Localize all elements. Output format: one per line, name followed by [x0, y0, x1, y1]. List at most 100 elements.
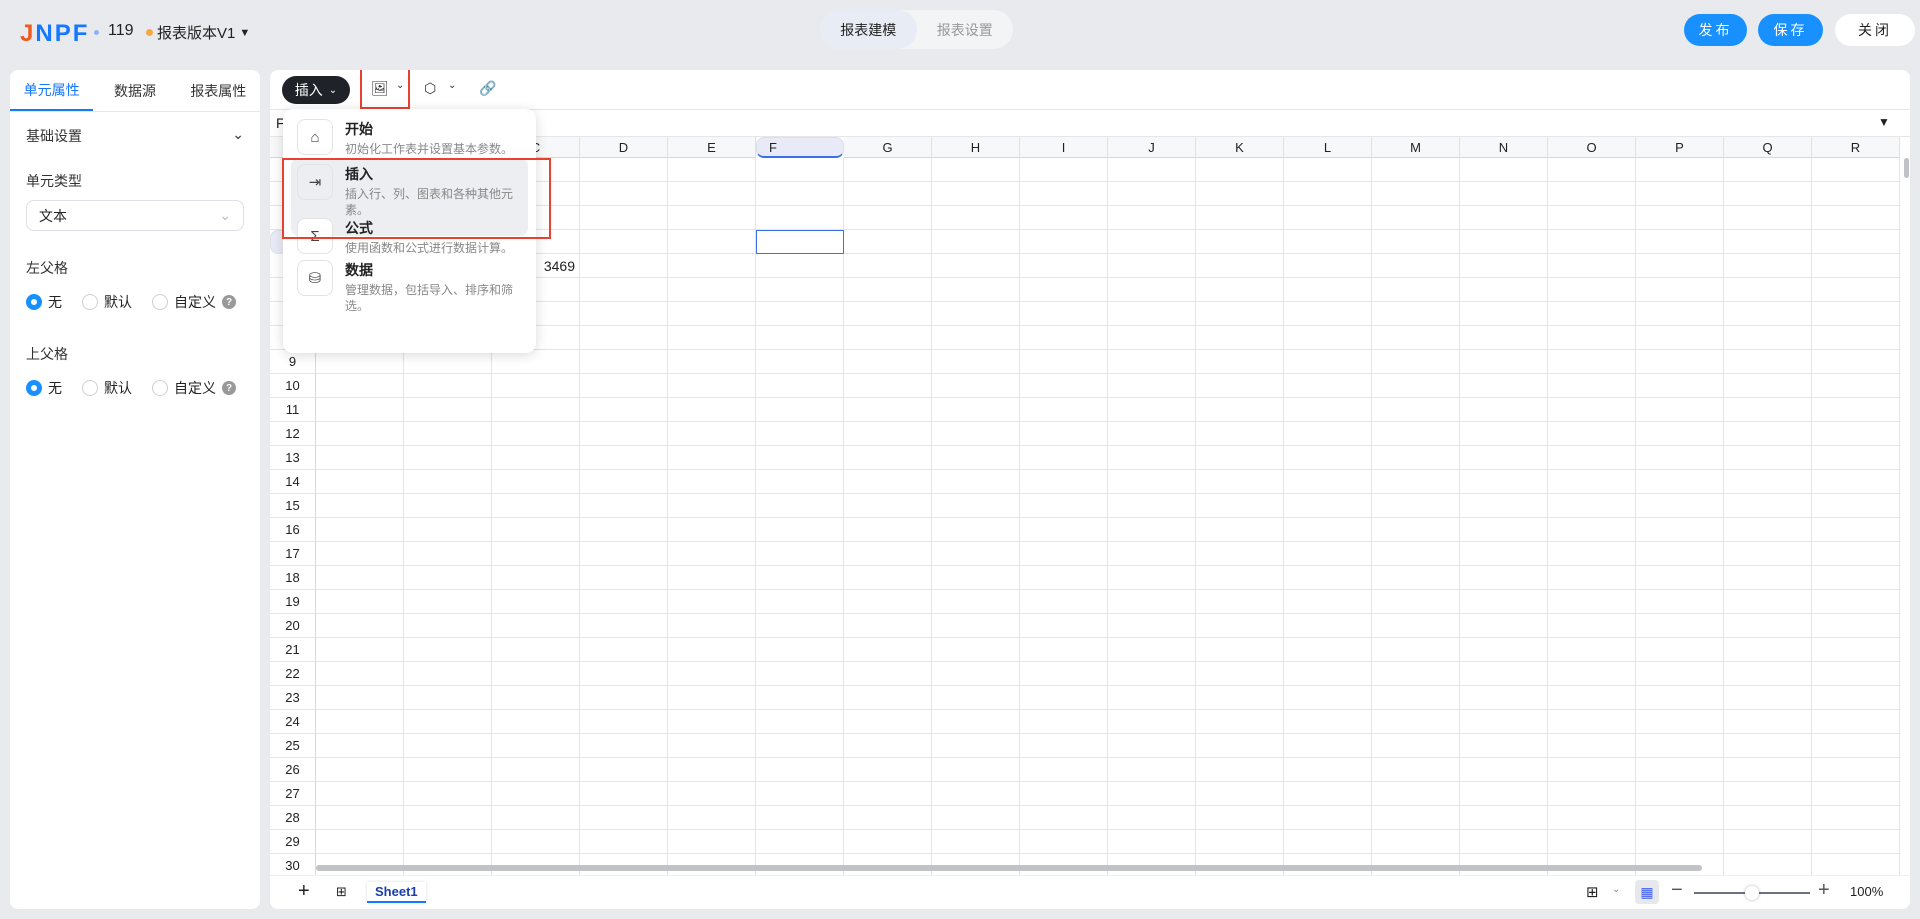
cell[interactable]	[1812, 566, 1900, 590]
cell[interactable]	[1812, 782, 1900, 806]
cell[interactable]	[1460, 566, 1548, 590]
tab-data-source[interactable]: 数据源	[93, 70, 176, 111]
cell[interactable]	[932, 614, 1020, 638]
cell[interactable]	[1636, 278, 1724, 302]
cell[interactable]	[844, 206, 932, 230]
cell[interactable]	[404, 686, 492, 710]
cell[interactable]	[932, 662, 1020, 686]
insert-image-icon[interactable]: 🖼	[371, 80, 389, 97]
cell[interactable]	[756, 590, 844, 614]
borders-icon[interactable]: ⊞	[1586, 883, 1599, 901]
cell[interactable]	[1284, 590, 1372, 614]
cell[interactable]	[1636, 206, 1724, 230]
cell[interactable]	[844, 686, 932, 710]
cube-icon[interactable]: ⬡	[424, 80, 436, 97]
cell[interactable]	[1372, 638, 1460, 662]
cell[interactable]	[492, 734, 580, 758]
cell[interactable]	[1020, 662, 1108, 686]
cell[interactable]	[1108, 374, 1196, 398]
cell[interactable]	[1108, 278, 1196, 302]
cell[interactable]	[1548, 158, 1636, 182]
cell[interactable]	[1372, 326, 1460, 350]
cell[interactable]	[1196, 614, 1284, 638]
cell[interactable]	[756, 182, 844, 206]
cell[interactable]	[1724, 830, 1812, 854]
cell[interactable]	[932, 566, 1020, 590]
cell[interactable]	[1108, 422, 1196, 446]
cell[interactable]	[404, 470, 492, 494]
cell[interactable]	[1460, 614, 1548, 638]
cell[interactable]	[1020, 758, 1108, 782]
cell[interactable]	[1020, 686, 1108, 710]
cell[interactable]	[1284, 230, 1372, 254]
cell[interactable]	[1284, 638, 1372, 662]
cell[interactable]	[1636, 638, 1724, 662]
cell[interactable]	[1284, 398, 1372, 422]
cell[interactable]	[1196, 518, 1284, 542]
cell[interactable]	[1460, 734, 1548, 758]
cell[interactable]	[316, 662, 404, 686]
cell[interactable]	[1196, 470, 1284, 494]
cell[interactable]	[1284, 782, 1372, 806]
cell[interactable]	[932, 830, 1020, 854]
cell[interactable]	[1108, 710, 1196, 734]
cell[interactable]	[580, 422, 668, 446]
menu-item[interactable]: ⌂ 开始 初始化工作表并设置基本参数。	[291, 113, 528, 163]
cell[interactable]	[1284, 830, 1372, 854]
cell[interactable]	[844, 278, 932, 302]
cell[interactable]	[1724, 182, 1812, 206]
column-header[interactable]: D	[580, 137, 668, 158]
row-header[interactable]: 18	[270, 566, 316, 590]
cell[interactable]	[756, 350, 844, 374]
cell[interactable]	[580, 398, 668, 422]
cell[interactable]	[1636, 686, 1724, 710]
add-sheet-icon[interactable]: +	[298, 880, 310, 903]
cell[interactable]	[316, 782, 404, 806]
cell[interactable]	[1724, 518, 1812, 542]
row-header[interactable]: 20	[270, 614, 316, 638]
cell[interactable]	[844, 830, 932, 854]
cell[interactable]	[932, 518, 1020, 542]
cell[interactable]	[580, 638, 668, 662]
cell[interactable]	[492, 446, 580, 470]
cell[interactable]	[1460, 806, 1548, 830]
row-header[interactable]: 25	[270, 734, 316, 758]
gridlines-toggle-icon[interactable]: ▦	[1635, 880, 1659, 904]
row-header[interactable]: 26	[270, 758, 316, 782]
cell[interactable]	[1372, 566, 1460, 590]
cell[interactable]	[756, 422, 844, 446]
cell[interactable]	[1724, 302, 1812, 326]
cell[interactable]	[492, 830, 580, 854]
cell[interactable]	[580, 254, 668, 278]
cell[interactable]	[1812, 494, 1900, 518]
cell[interactable]	[1196, 422, 1284, 446]
cell[interactable]	[1812, 182, 1900, 206]
cell[interactable]	[1196, 182, 1284, 206]
cell[interactable]	[1548, 494, 1636, 518]
cell[interactable]	[1196, 758, 1284, 782]
cell[interactable]	[1636, 830, 1724, 854]
cell[interactable]	[1372, 806, 1460, 830]
cell[interactable]	[668, 710, 756, 734]
cell[interactable]	[1284, 710, 1372, 734]
cell[interactable]	[404, 590, 492, 614]
cell[interactable]	[932, 734, 1020, 758]
cell[interactable]	[668, 278, 756, 302]
cell[interactable]	[1460, 302, 1548, 326]
row-header[interactable]: 16	[270, 518, 316, 542]
cell[interactable]	[932, 710, 1020, 734]
cell[interactable]	[1636, 182, 1724, 206]
cell[interactable]	[1460, 542, 1548, 566]
radio-default[interactable]	[82, 380, 98, 396]
expand-triangle-icon[interactable]: ▼	[1878, 115, 1890, 129]
cell[interactable]	[1724, 638, 1812, 662]
cell[interactable]	[1548, 734, 1636, 758]
cell[interactable]	[756, 782, 844, 806]
cell[interactable]	[1284, 158, 1372, 182]
cell[interactable]	[756, 614, 844, 638]
cell[interactable]	[1196, 710, 1284, 734]
cell[interactable]	[404, 758, 492, 782]
cell[interactable]	[1196, 254, 1284, 278]
cell[interactable]	[1636, 254, 1724, 278]
cell[interactable]	[932, 350, 1020, 374]
